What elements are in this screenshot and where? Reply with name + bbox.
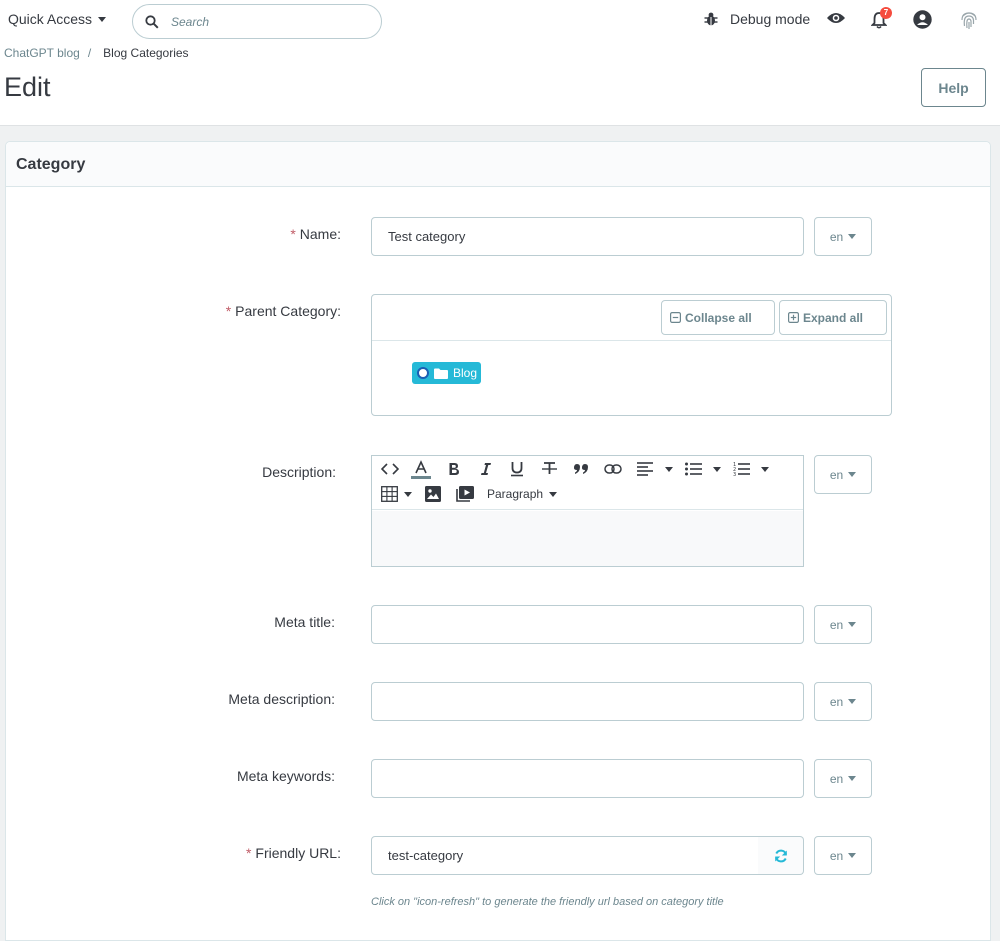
lang-label: en [829,467,844,482]
collapse-icon [670,312,681,323]
help-button[interactable]: Help [921,68,986,107]
align-caret-icon[interactable] [665,467,673,472]
caret-down-icon [848,699,857,704]
editor-content-area[interactable] [372,511,803,566]
lang-label: en [829,229,844,244]
font-color-icon[interactable] [411,460,431,480]
align-icon[interactable] [637,462,653,476]
friendly-url-lang-dropdown[interactable]: en [814,836,872,875]
meta-description-lang-dropdown[interactable]: en [814,682,872,721]
meta-keywords-label: Meta keywords: [236,768,335,784]
lang-label: en [829,848,844,863]
breadcrumb: ChatGPT blog / Blog Categories [4,46,189,60]
breadcrumb-link-blog[interactable]: ChatGPT blog [4,46,80,60]
lang-label: en [829,771,844,786]
bullet-list-icon[interactable] [685,462,702,476]
expand-icon [788,312,799,323]
name-lang-dropdown[interactable]: en [814,217,872,256]
strikethrough-icon[interactable] [542,461,557,476]
meta-title-input[interactable] [371,605,804,644]
description-label: Description: [262,464,336,480]
table-icon[interactable] [381,486,398,502]
tree-toolbar: Collapse all Expand all [372,295,891,341]
search-box[interactable] [132,4,382,39]
eye-icon[interactable] [826,11,846,25]
description-lang-dropdown[interactable]: en [814,455,872,494]
bug-icon [704,12,718,26]
name-input[interactable] [371,217,804,256]
caret-down-icon [848,776,857,781]
bold-icon[interactable] [448,462,460,476]
notification-badge: 7 [880,7,892,19]
meta-description-input[interactable] [371,682,804,721]
friendly-url-input[interactable] [371,836,759,875]
link-icon[interactable] [604,464,622,474]
category-tree: Collapse all Expand all Blog [371,294,892,416]
search-input[interactable] [169,13,359,30]
meta-title-lang-dropdown[interactable]: en [814,605,872,644]
required-marker: * [245,845,252,861]
required-marker: * [225,303,232,319]
collapse-all-button[interactable]: Collapse all [661,300,775,335]
breadcrumb-separator: / [87,46,92,60]
meta-title-label: Meta title: [274,614,335,630]
numbered-list-icon[interactable]: 1 2 3 [733,461,750,476]
user-account-icon[interactable] [913,10,932,29]
generate-url-button[interactable] [758,836,804,875]
caret-down-icon [848,472,857,477]
tree-node-label: Blog [453,366,478,380]
svg-text:3: 3 [733,472,736,476]
italic-icon[interactable] [480,462,492,476]
required-marker: * [290,226,296,242]
lang-label: en [829,617,844,632]
expand-all-label: Expand all [803,310,864,325]
caret-down-icon [848,622,857,627]
numbered-list-caret-icon[interactable] [761,467,769,472]
editor-toolbar: 1 2 3 Paragraph [372,456,803,510]
category-form-card: Category *Name: en *Parent Category: Col… [5,141,991,941]
image-icon[interactable] [425,486,441,502]
paragraph-label: Paragraph [487,487,544,501]
quick-access-dropdown[interactable]: Quick Access [8,11,107,27]
debug-mode-label: Debug mode [730,11,811,27]
tree-node-blog[interactable]: Blog [412,362,482,384]
meta-keywords-lang-dropdown[interactable]: en [814,759,872,798]
meta-keywords-input[interactable] [371,759,804,798]
blockquote-icon[interactable] [574,464,588,474]
expand-all-button[interactable]: Expand all [779,300,887,335]
caret-down-icon [848,853,857,858]
search-icon [145,14,159,29]
collapse-all-label: Collapse all [685,310,752,325]
meta-description-label: Meta description: [228,691,335,707]
breadcrumb-current[interactable]: Blog Categories [103,46,188,60]
friendly-url-label: * Friendly URL: [245,845,341,861]
paragraph-style-dropdown[interactable]: Paragraph [487,487,558,501]
underline-icon[interactable] [510,461,524,477]
table-caret-icon[interactable] [404,492,412,497]
caret-down-icon [848,234,857,239]
debug-mode-link[interactable]: Debug mode [703,11,810,27]
caret-down-icon [98,16,107,22]
caret-down-icon [549,491,558,497]
friendly-url-hint: Click on "icon-refresh" to generate the … [371,896,724,908]
folder-icon [434,368,448,379]
radio-button[interactable] [417,367,429,379]
bullet-list-caret-icon[interactable] [713,467,721,472]
name-label: * Name: [290,226,341,242]
quick-access-label: Quick Access [8,11,93,27]
lang-label: en [829,694,844,709]
refresh-icon [774,849,787,862]
description-editor: 1 2 3 Paragraph [371,455,804,567]
top-header: Quick Access Debug mode 7 [0,0,1000,126]
page-title: Edit [4,72,51,102]
card-title: Category [6,142,990,187]
parent-category-label: * Parent Category: [225,303,341,319]
video-icon[interactable] [456,486,474,502]
fingerprint-icon[interactable] [960,10,978,30]
code-view-icon[interactable] [381,463,399,475]
